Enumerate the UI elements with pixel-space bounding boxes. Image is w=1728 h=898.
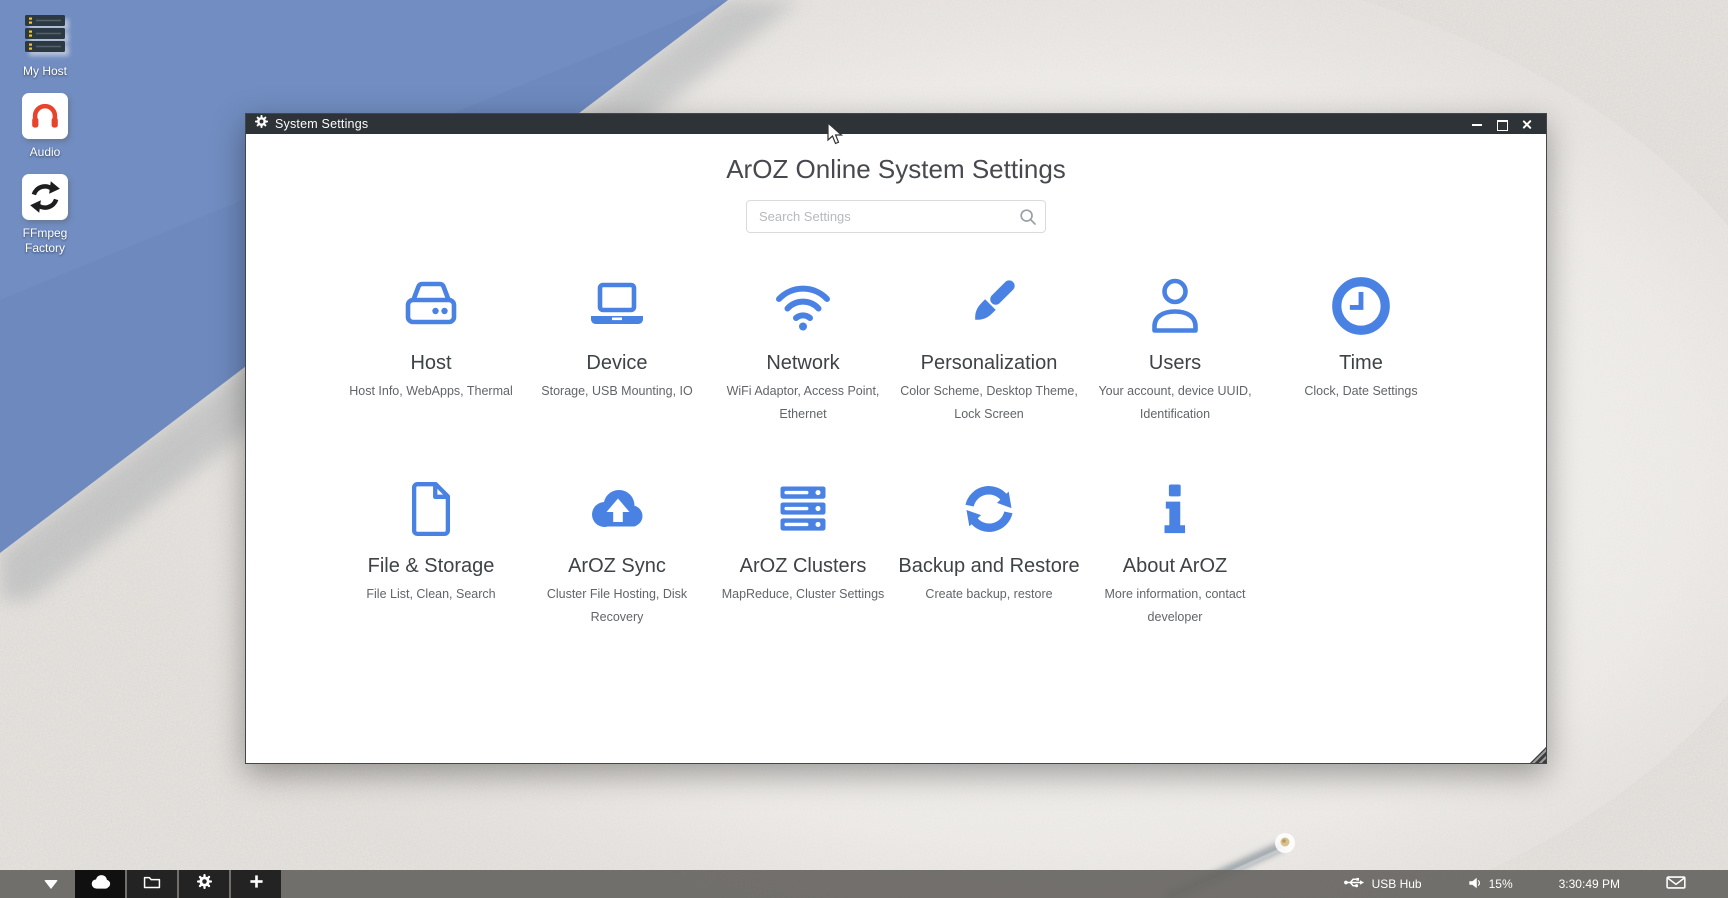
desktop-icon-audio[interactable]: Audio <box>10 93 80 160</box>
gear-icon <box>197 874 212 894</box>
window-titlebar[interactable]: System Settings <box>246 114 1546 134</box>
tile-title: Backup and Restore <box>896 554 1082 579</box>
settings-tile-about-aroz[interactable]: About ArOZ More information, contact deve… <box>1082 470 1268 629</box>
tile-title: Device <box>524 351 710 376</box>
tile-subtitle: More information, contact developer <box>1082 583 1268 629</box>
laptop-icon <box>524 267 710 345</box>
desktop-icon-my-host[interactable]: My Host <box>10 12 80 79</box>
settings-tile-aroz-sync[interactable]: ArOZ Sync Cluster File Hosting, Disk Reco… <box>524 470 710 629</box>
info-icon <box>1082 470 1268 548</box>
user-icon <box>1082 267 1268 345</box>
settings-tile-aroz-clusters[interactable]: ArOZ Clusters MapReduce, Cluster Settings <box>710 470 896 629</box>
tile-title: Time <box>1268 351 1454 376</box>
system-settings-window: System Settings ArOZ Online System Setti… <box>245 113 1547 764</box>
gear-icon <box>255 115 268 133</box>
settings-tile-device[interactable]: Device Storage, USB Mounting, IO <box>524 267 710 426</box>
plus-icon <box>249 874 264 894</box>
chevron-down-icon[interactable] <box>44 880 58 889</box>
taskbar-buttons <box>75 870 281 898</box>
settings-tile-personalization[interactable]: Personalization Color Scheme, Desktop The… <box>896 267 1082 426</box>
tile-title: Network <box>710 351 896 376</box>
recycle-icon <box>22 174 68 220</box>
envelope-icon <box>1666 875 1686 893</box>
settings-tile-host[interactable]: Host Host Info, WebApps, Thermal <box>338 267 524 426</box>
minimize-button[interactable] <box>1471 118 1483 130</box>
mail-button[interactable] <box>1666 875 1686 893</box>
window-content: ArOZ Online System Settings Host Host Inf… <box>246 134 1546 763</box>
tile-subtitle: Color Scheme, Desktop Theme, Lock Screen <box>896 380 1082 426</box>
taskbar-files-button[interactable] <box>127 870 177 898</box>
settings-tile-file-storage[interactable]: File & Storage File List, Clean, Search <box>338 470 524 629</box>
tile-subtitle: WiFi Adaptor, Access Point, Ethernet <box>710 380 896 426</box>
tile-subtitle: Cluster File Hosting, Disk Recovery <box>524 583 710 629</box>
speaker-icon <box>1468 876 1482 893</box>
settings-grid-row-1: Host Host Info, WebApps, Thermal Device St… <box>338 267 1454 426</box>
search-box <box>746 200 1046 233</box>
settings-tile-users[interactable]: Users Your account, device UUID, Identifi… <box>1082 267 1268 426</box>
server-icon <box>22 12 68 58</box>
settings-grid-row-2: File & Storage File List, Clean, Search A… <box>338 470 1454 629</box>
desktop-icon-label: My Host <box>10 64 80 79</box>
settings-tile-backup-and-restore[interactable]: Backup and Restore Create backup, restore <box>896 470 1082 629</box>
tile-title: About ArOZ <box>1082 554 1268 579</box>
headphones-icon <box>22 93 68 139</box>
volume-level: 15% <box>1489 877 1513 891</box>
usb-status[interactable]: USB Hub <box>1343 875 1422 893</box>
cloud-icon <box>89 873 112 895</box>
tile-subtitle: File List, Clean, Search <box>338 583 524 606</box>
tile-title: Host <box>338 351 524 376</box>
taskbar-cloud-button[interactable] <box>75 870 125 898</box>
desktop-icon-ffmpeg-factory[interactable]: FFmpeg Factory <box>10 174 80 256</box>
paintbrush-icon <box>896 267 1082 345</box>
taskbar: USB Hub 15% 3:30:49 PM <box>0 870 1728 898</box>
tile-title: Users <box>1082 351 1268 376</box>
folder-icon <box>143 875 161 894</box>
search-icon <box>1019 208 1037 226</box>
page-title: ArOZ Online System Settings <box>246 154 1546 185</box>
taskbar-settings-button[interactable] <box>179 870 229 898</box>
window-title: System Settings <box>275 117 368 131</box>
close-button[interactable] <box>1521 118 1533 130</box>
tile-subtitle: Create backup, restore <box>896 583 1082 606</box>
host-drive-icon <box>338 267 524 345</box>
file-icon <box>338 470 524 548</box>
sync-icon <box>896 470 1082 548</box>
tile-title: ArOZ Sync <box>524 554 710 579</box>
settings-tile-network[interactable]: Network WiFi Adaptor, Access Point, Ether… <box>710 267 896 426</box>
desktop-icon-list: My Host Audio FFmpeg Factory <box>10 12 80 270</box>
server-stack-icon <box>710 470 896 548</box>
usb-icon <box>1343 875 1365 893</box>
desktop-icon-label: FFmpeg Factory <box>10 226 80 256</box>
maximize-button[interactable] <box>1496 118 1508 130</box>
desktop-icon-label: Audio <box>10 145 80 160</box>
tile-subtitle: Host Info, WebApps, Thermal <box>338 380 524 403</box>
tile-subtitle: MapReduce, Cluster Settings <box>710 583 896 606</box>
usb-label: USB Hub <box>1372 877 1422 891</box>
cloud-upload-icon <box>524 470 710 548</box>
volume-status[interactable]: 15% <box>1468 876 1513 893</box>
tile-title: File & Storage <box>338 554 524 579</box>
wifi-icon <box>710 267 896 345</box>
taskbar-clock[interactable]: 3:30:49 PM <box>1559 877 1620 891</box>
tile-subtitle: Clock, Date Settings <box>1268 380 1454 403</box>
clock-icon <box>1268 267 1454 345</box>
taskbar-status-area: USB Hub 15% 3:30:49 PM <box>1343 875 1728 893</box>
settings-tile-time[interactable]: Time Clock, Date Settings <box>1268 267 1454 426</box>
tile-subtitle: Your account, device UUID, Identificatio… <box>1082 380 1268 426</box>
tile-subtitle: Storage, USB Mounting, IO <box>524 380 710 403</box>
desktop: My Host Audio FFmpeg Factory System Sett… <box>0 0 1728 898</box>
tile-title: ArOZ Clusters <box>710 554 896 579</box>
taskbar-add-button[interactable] <box>231 870 281 898</box>
search-input[interactable] <box>746 200 1046 233</box>
tile-title: Personalization <box>896 351 1082 376</box>
